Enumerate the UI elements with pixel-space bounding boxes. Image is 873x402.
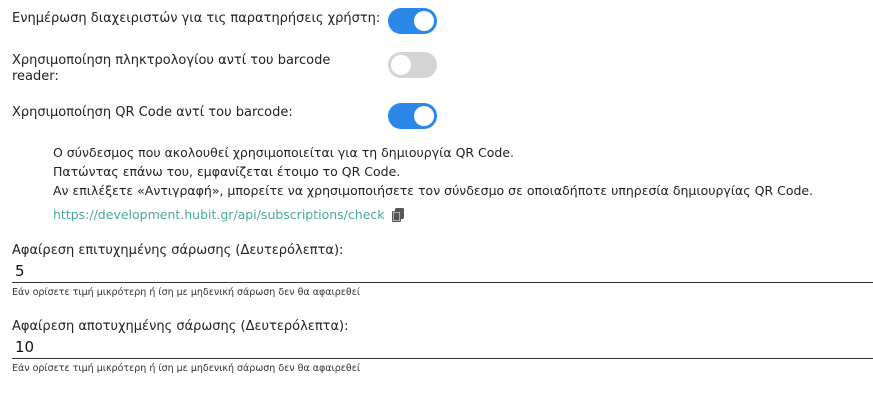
failed-scan-label: Αφαίρεση αποτυχημένης σάρωσης (Δευτερόλε… (12, 319, 349, 334)
success-scan-field: Αφαίρεση επιτυχημένης σάρωσης (Δευτερόλε… (12, 243, 873, 299)
qr-code-link[interactable]: https://development.hubit.gr/api/subscri… (53, 205, 385, 224)
notify-admins-label: Ενημέρωση διαχειριστών για τις παρατηρήσ… (12, 11, 381, 26)
keyboard-instead-of-reader-toggle[interactable] (388, 52, 437, 78)
qr-info-line3: Αν επιλέξετε «Αντιγραφή», μπορείτε να χρ… (53, 183, 814, 198)
qr-link-row: https://development.hubit.gr/api/subscri… (53, 205, 404, 224)
failed-scan-input[interactable] (12, 335, 873, 359)
qr-info-line2: Πατώντας επάνω του, εμφανίζεται έτοιμο τ… (53, 164, 401, 179)
qr-instead-of-barcode-toggle[interactable] (388, 103, 437, 129)
keyboard-label-line2: reader: (12, 69, 59, 84)
keyboard-label-line1: Χρησιμοποίηση πληκτρολογίου αντί του bar… (12, 53, 331, 68)
copy-icon[interactable] (391, 207, 404, 222)
qr-info-text: Ο σύνδεσμος που ακολουθεί χρησιμοποιείτα… (53, 143, 813, 200)
qr-info-line1: Ο σύνδεσμος που ακολουθεί χρησιμοποιείτα… (53, 145, 515, 160)
failed-scan-field: Αφαίρεση αποτυχημένης σάρωσης (Δευτερόλε… (12, 319, 873, 375)
toggle-knob (391, 55, 411, 75)
toggle-knob (414, 106, 434, 126)
toggle-knob (414, 11, 434, 31)
qr-instead-of-barcode-label: Χρησιμοποίηση QR Code αντί του barcode: (12, 105, 293, 120)
failed-scan-hint: Εάν ορίσετε τιμή μικρότερη ή ίση με μηδε… (12, 363, 361, 374)
success-scan-input[interactable] (12, 259, 873, 283)
keyboard-instead-of-reader-label: Χρησιμοποίηση πληκτρολογίου αντί του bar… (12, 53, 330, 85)
success-scan-hint: Εάν ορίσετε τιμή μικρότερη ή ίση με μηδε… (12, 287, 361, 298)
success-scan-label: Αφαίρεση επιτυχημένης σάρωσης (Δευτερόλε… (12, 243, 344, 258)
notify-admins-toggle[interactable] (388, 8, 437, 34)
